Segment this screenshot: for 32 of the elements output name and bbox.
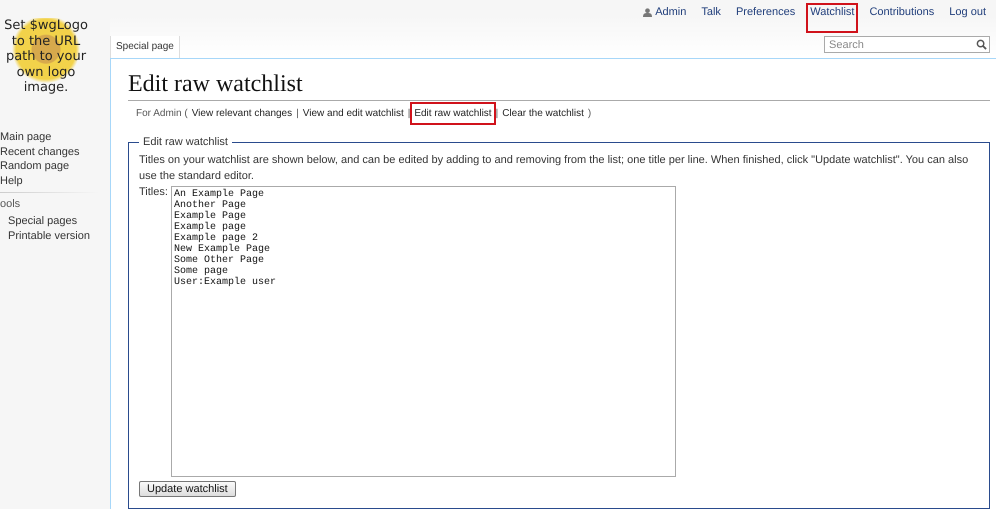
nav-link[interactable]: Random page — [0, 159, 110, 174]
header-link[interactable]: Log out — [945, 3, 990, 21]
titles-field[interactable]: An Example Page Another Page Example Page Example page Example page 2 New Example Page Some Other Page Some page User:Example user — [170, 186, 676, 477]
intro-text: Titles on your watchlist are shown below, and can be edited by adding to and removing from the list; one title per line. When finished, click "Update watchlist". You can also use the standard editor. — [139, 153, 970, 184]
page-title: Edit raw watchlist — [128, 71, 990, 101]
subtitle-text: ) — [588, 108, 592, 118]
fieldset-legend: Edit raw watchlist — [139, 136, 232, 148]
separator: | — [496, 108, 498, 118]
header-link[interactable]: Watchlist — [806, 3, 858, 33]
nav-link[interactable]: Main page — [0, 130, 110, 145]
header-link[interactable]: Preferences — [732, 3, 800, 21]
page-tab[interactable]: Special page — [110, 36, 180, 58]
section-heading: ools — [0, 197, 22, 212]
subtitle-link[interactable]: View and edit watchlist — [298, 102, 408, 124]
header-link[interactable]: Talk — [697, 3, 725, 21]
update-button[interactable]: Update watchlist — [139, 481, 236, 497]
subtitle-text: For Admin ( — [136, 108, 188, 118]
subtitle-link[interactable]: Clear the watchlist — [498, 102, 588, 124]
nav-link[interactable]: Special pages — [0, 214, 110, 229]
nav-link[interactable]: Help — [0, 174, 110, 188]
user-icon — [643, 8, 652, 16]
search-icon — [976, 39, 987, 50]
search-field[interactable]: Search — [824, 36, 990, 53]
field-label: Titles: — [139, 186, 168, 200]
nav-link[interactable]: Recent changes — [0, 144, 110, 160]
nav-link[interactable]: Printable version — [0, 228, 110, 244]
user-link[interactable]: Admin — [639, 3, 690, 21]
header-link[interactable]: Contributions — [865, 3, 938, 21]
separator: | — [408, 108, 410, 118]
separator: | — [296, 108, 299, 118]
subtitle-link[interactable]: Edit raw watchlist — [410, 102, 496, 124]
subtitle-link[interactable]: View relevant changes — [188, 102, 296, 124]
